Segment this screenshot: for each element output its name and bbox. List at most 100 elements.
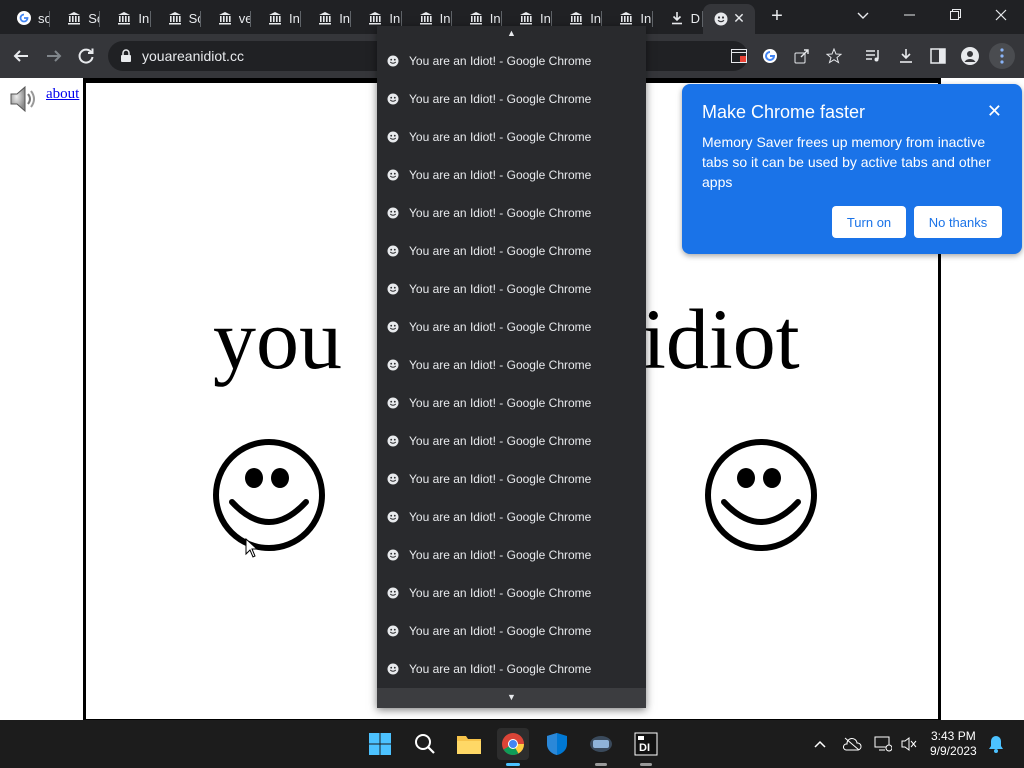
menu-kebab-icon[interactable] [989, 43, 1015, 69]
tab-search-item[interactable]: You are an Idiot! - Google Chrome [377, 308, 646, 346]
tab-search-item-label: You are an Idiot! - Google Chrome [409, 662, 592, 676]
tab-search-item[interactable]: You are an Idiot! - Google Chrome [377, 118, 646, 156]
tab-search-item-label: You are an Idiot! - Google Chrome [409, 168, 592, 182]
turn-on-button[interactable]: Turn on [832, 206, 906, 238]
browser-tab[interactable]: sc [0, 4, 51, 32]
search-icon[interactable] [409, 728, 441, 760]
smiley-right-icon [704, 438, 818, 552]
google-lens-icon[interactable] [757, 43, 783, 69]
smiley-icon [387, 511, 399, 523]
tab-search-item[interactable]: You are an Idiot! - Google Chrome [377, 650, 646, 688]
smiley-icon [387, 55, 399, 67]
scroll-up-icon[interactable]: ▲ [377, 26, 646, 40]
download-icon[interactable] [893, 43, 919, 69]
tab-search-button[interactable] [848, 4, 878, 26]
tab-search-item[interactable]: You are an Idiot! - Google Chrome [377, 80, 646, 118]
smiley-icon [387, 131, 399, 143]
tab-search-item-label: You are an Idiot! - Google Chrome [409, 206, 592, 220]
restore-button[interactable] [940, 4, 970, 26]
bank-icon [418, 10, 434, 26]
browser-tab[interactable]: In [100, 4, 151, 32]
download-icon [669, 10, 685, 26]
lock-icon[interactable] [120, 49, 132, 68]
tab-search-item[interactable]: You are an Idiot! - Google Chrome [377, 422, 646, 460]
tab-search-item[interactable]: You are an Idiot! - Google Chrome [377, 194, 646, 232]
tab-label: D [690, 10, 700, 26]
media-control-icon[interactable] [860, 43, 886, 69]
smiley-icon [387, 245, 399, 257]
browser-tab[interactable]: In [301, 4, 352, 32]
tab-search-item-label: You are an Idiot! - Google Chrome [409, 510, 592, 524]
svg-text:DI: DI [639, 742, 650, 754]
speaker-icon[interactable] [8, 83, 40, 115]
tab-search-item[interactable]: You are an Idiot! - Google Chrome [377, 270, 646, 308]
word-you: you [213, 291, 342, 387]
smiley-icon [387, 397, 399, 409]
tab-search-item[interactable]: You are an Idiot! - Google Chrome [377, 156, 646, 194]
smiley-icon [387, 549, 399, 561]
tab-search-item[interactable]: You are an Idiot! - Google Chrome [377, 346, 646, 384]
smiley-icon [387, 207, 399, 219]
profile-icon[interactable] [957, 43, 983, 69]
bank-icon [66, 10, 82, 26]
forward-button[interactable] [41, 43, 67, 69]
tab-search-item[interactable]: You are an Idiot! - Google Chrome [377, 612, 646, 650]
smiley-icon [387, 587, 399, 599]
tab-search-item[interactable]: You are an Idiot! - Google Chrome [377, 384, 646, 422]
tab-search-item-label: You are an Idiot! - Google Chrome [409, 54, 592, 68]
promo-close-icon[interactable]: ✕ [987, 102, 1002, 120]
system-clock[interactable]: 3:43 PM 9/9/2023 [930, 729, 977, 759]
network-icon[interactable] [873, 734, 893, 754]
defender-shield-icon[interactable] [541, 728, 573, 760]
back-button[interactable] [8, 43, 34, 69]
minimize-button[interactable] [894, 4, 924, 26]
no-thanks-button[interactable]: No thanks [914, 206, 1002, 238]
windows-taskbar: DI 3:43 PM 9/9/2023 [0, 720, 1024, 768]
memory-saver-promo: Make Chrome faster ✕ Memory Saver frees … [682, 84, 1022, 254]
smiley-icon [387, 473, 399, 485]
tab-search-item[interactable]: You are an Idiot! - Google Chrome [377, 498, 646, 536]
browser-tab[interactable]: Sc [50, 4, 101, 32]
bank-icon [367, 10, 383, 26]
browser-tab[interactable]: D [653, 4, 703, 32]
browser-tab[interactable]: Sc [151, 4, 201, 32]
tab-active[interactable]: ✕ [703, 4, 755, 34]
tab-search-item-label: You are an Idiot! - Google Chrome [409, 282, 592, 296]
browser-tab[interactable]: ve [201, 4, 251, 32]
bank-icon [568, 10, 584, 26]
tab-label: In [389, 10, 401, 26]
blocked-popup-icon[interactable] [726, 43, 752, 69]
reload-button[interactable] [73, 43, 99, 69]
browser-tab[interactable]: In [251, 4, 302, 32]
new-tab-button[interactable]: + [767, 6, 787, 26]
monitor-app-icon[interactable] [585, 728, 617, 766]
tab-search-item[interactable]: You are an Idiot! - Google Chrome [377, 536, 646, 574]
tab-search-item[interactable]: You are an Idiot! - Google Chrome [377, 460, 646, 498]
onedrive-off-icon[interactable] [842, 734, 862, 754]
tab-search-item[interactable]: You are an Idiot! - Google Chrome [377, 42, 646, 80]
close-tab-icon[interactable]: ✕ [731, 10, 747, 26]
di-app-icon[interactable]: DI [630, 728, 662, 766]
url-text[interactable]: youareanidiot.cc [142, 48, 244, 64]
notification-bell-icon[interactable] [986, 734, 1006, 754]
side-panel-icon[interactable] [925, 43, 951, 69]
promo-title: Make Chrome faster [702, 102, 866, 122]
start-button-icon[interactable] [364, 728, 396, 760]
google-icon [16, 10, 32, 26]
chrome-taskbar-icon[interactable] [497, 728, 529, 766]
volume-muted-icon[interactable] [899, 734, 919, 754]
clock-time: 3:43 PM [931, 729, 976, 743]
bank-icon [217, 10, 233, 26]
file-explorer-icon[interactable] [453, 728, 485, 760]
running-indicator [640, 763, 652, 766]
scroll-down-icon[interactable]: ▼ [377, 688, 646, 708]
close-window-button[interactable] [986, 4, 1016, 26]
share-icon[interactable] [789, 43, 815, 69]
tab-search-item[interactable]: You are an Idiot! - Google Chrome [377, 574, 646, 612]
clock-date: 9/9/2023 [930, 744, 977, 758]
bookmark-star-icon[interactable] [821, 43, 847, 69]
word-idiot: idiot [642, 291, 800, 387]
about-link[interactable]: about [46, 86, 79, 102]
tab-search-item[interactable]: You are an Idiot! - Google Chrome [377, 232, 646, 270]
chevron-up-icon[interactable] [810, 734, 830, 754]
